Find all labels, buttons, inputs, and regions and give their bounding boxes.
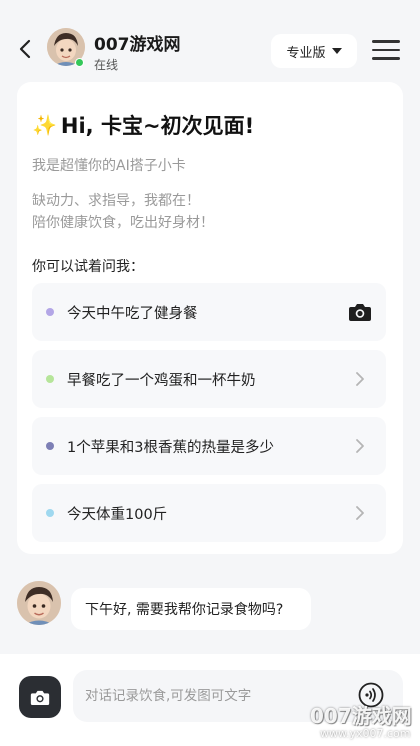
hamburger-icon [372, 40, 400, 43]
suggestion-item[interactable]: 1个苹果和3根香蕉的热量是多少 [32, 417, 386, 475]
bullet-dot [46, 375, 54, 383]
intro-text: 我是超懂你的AI搭子小卡 [32, 158, 186, 174]
assistant-message: 下午好, 需要我帮你记录食物吗? [71, 588, 311, 630]
camera-icon[interactable] [348, 300, 372, 324]
suggestion-text: 今天体重100斤 [67, 507, 168, 523]
chevron-right-icon [348, 434, 372, 458]
suggestions-title: 你可以试着问我： [32, 259, 144, 275]
back-button[interactable] [14, 36, 36, 62]
tagline-line-2: 陪你健康饮食，吃出好身材！ [32, 215, 214, 231]
plan-label: 专业版 [286, 45, 326, 61]
suggestion-text: 今天中午吃了健身餐 [67, 306, 198, 322]
suggestion-item[interactable]: 今天中午吃了健身餐 [32, 283, 386, 341]
camera-icon [30, 690, 50, 705]
online-status: 在线 [94, 58, 119, 72]
suggestion-item[interactable]: 早餐吃了一个鸡蛋和一杯牛奶 [32, 350, 386, 408]
suggestion-text: 早餐吃了一个鸡蛋和一杯牛奶 [67, 373, 256, 389]
watermark-brand: 007游戏网 [310, 704, 412, 728]
bullet-dot [46, 509, 54, 517]
chevron-right-icon [348, 367, 372, 391]
plan-dropdown[interactable]: 专业版 [271, 34, 357, 68]
chevron-left-icon [19, 39, 31, 59]
bullet-dot [46, 442, 54, 450]
greeting-text: Hi, 卡宝~初次见面! [60, 114, 255, 138]
menu-button[interactable] [372, 40, 400, 62]
app-title: 007游戏网 [94, 35, 181, 55]
suggestion-text: 1个苹果和3根香蕉的热量是多少 [67, 440, 274, 456]
sparkle-icon: ✨ [32, 113, 57, 137]
watermark-url: www.yx007.com [320, 727, 411, 740]
caret-down-icon [331, 48, 342, 54]
bullet-dot [46, 308, 54, 316]
tagline-line-1: 缺动力、求指导，我都在！ [32, 193, 200, 209]
chevron-right-icon [348, 501, 372, 525]
online-indicator [75, 58, 84, 67]
assistant-avatar [17, 581, 61, 625]
suggestion-item[interactable]: 今天体重100斤 [32, 484, 386, 542]
greeting-heading: ✨ Hi, 卡宝~初次见面! [32, 110, 254, 140]
camera-button[interactable] [19, 676, 61, 718]
